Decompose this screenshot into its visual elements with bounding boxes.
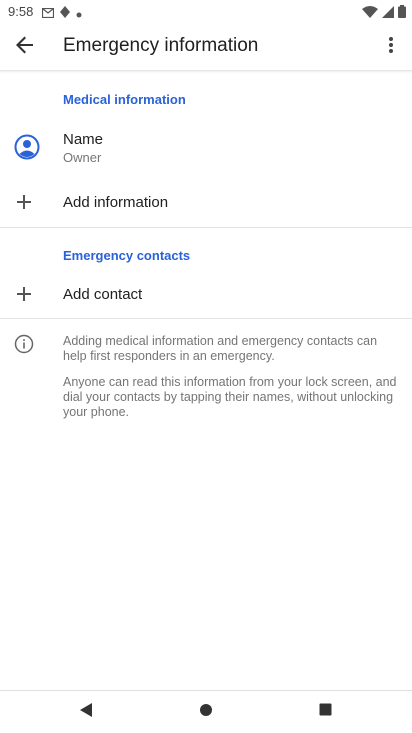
- status-left-icons: [41, 5, 82, 23]
- section-divider: [0, 318, 412, 319]
- arrow-back-icon: [16, 36, 34, 59]
- nav-home-button[interactable]: [193, 699, 219, 725]
- wifi-icon: [362, 5, 378, 23]
- medical-section-header: Medical information: [63, 92, 186, 107]
- add-information-label: Add information: [63, 194, 169, 211]
- add-icon: [17, 195, 31, 209]
- contacts-section-header: Emergency contacts: [63, 248, 191, 263]
- status-bar: 9:58: [0, 0, 412, 24]
- info-text-secondary: Anyone can read this information from yo…: [63, 375, 397, 419]
- info-text-primary: Adding medical information and emergency…: [63, 334, 378, 363]
- signal-alt-icon: [60, 5, 70, 23]
- battery-icon: [398, 5, 406, 23]
- add-contact-row[interactable]: Add contact: [0, 276, 412, 314]
- dot-icon: [76, 5, 82, 23]
- add-contact-label: Add contact: [63, 286, 143, 303]
- nav-recents-button[interactable]: [312, 699, 338, 725]
- more-vert-icon: [388, 36, 394, 59]
- page-title: Emergency information: [63, 35, 259, 56]
- more-options-button[interactable]: [376, 30, 406, 64]
- info-outline-icon: [14, 334, 34, 359]
- home-circle-icon: [199, 703, 213, 722]
- cell-signal-icon: [382, 5, 394, 23]
- account-circle-icon: [14, 134, 40, 160]
- section-divider: [0, 227, 412, 228]
- nav-back-button[interactable]: [73, 699, 99, 725]
- name-row[interactable]: Name Owner: [0, 120, 412, 176]
- name-value: Owner: [63, 150, 102, 165]
- recents-square-icon: [319, 703, 332, 721]
- add-information-row[interactable]: Add information: [0, 184, 412, 222]
- name-label: Name: [63, 131, 104, 148]
- gmail-icon: [41, 5, 55, 23]
- status-time: 9:58: [8, 4, 34, 19]
- back-triangle-icon: [79, 702, 93, 723]
- status-right-icons: [362, 5, 406, 23]
- navigation-bar: [0, 690, 412, 733]
- add-icon: [17, 287, 31, 301]
- back-button[interactable]: [8, 30, 42, 64]
- app-bar: Emergency information: [0, 24, 412, 71]
